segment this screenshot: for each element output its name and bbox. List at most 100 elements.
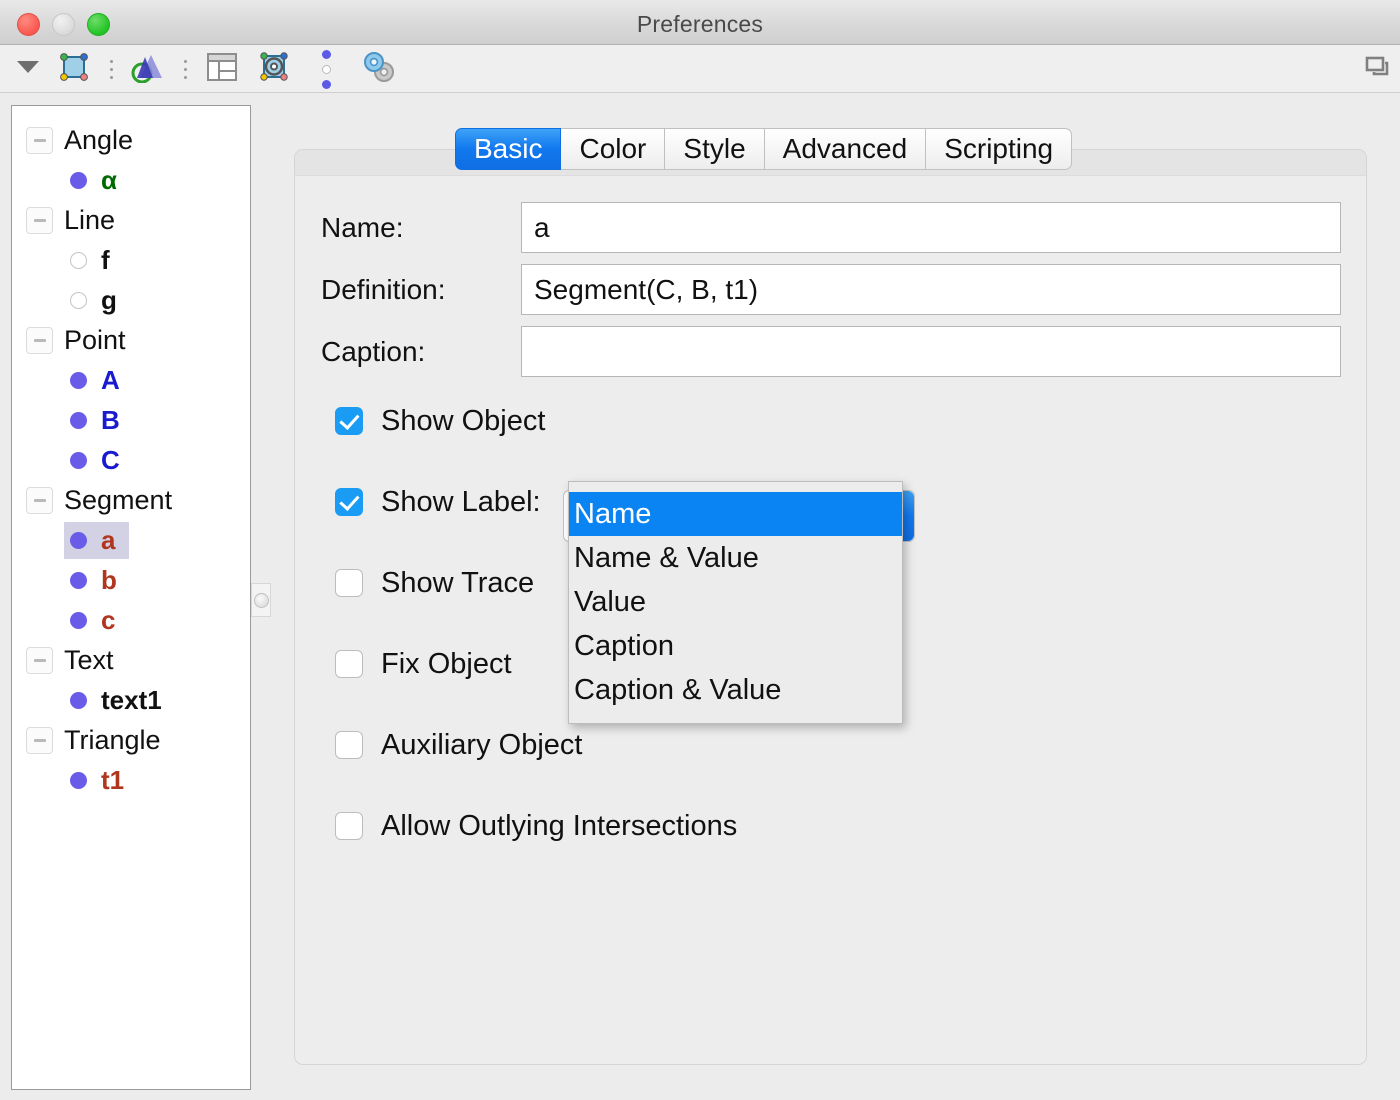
definition-input[interactable]: Segment(C, B, t1) xyxy=(521,264,1341,315)
tree-item-α[interactable]: α xyxy=(12,160,250,200)
dropdown-option-value[interactable]: Value xyxy=(569,580,902,624)
tree-group-angle[interactable]: Angle xyxy=(12,120,250,160)
tab-scripting[interactable]: Scripting xyxy=(926,128,1073,170)
tree-item-c[interactable]: c xyxy=(12,600,250,640)
tree-item-content: f xyxy=(64,242,124,279)
tree-group-text[interactable]: Text xyxy=(12,640,250,680)
object-visibility-toggle-icon[interactable] xyxy=(70,171,87,189)
checkbox-allow-outlying-intersections[interactable] xyxy=(335,812,363,840)
object-visibility-toggle-icon[interactable] xyxy=(70,611,87,629)
tree-item-A[interactable]: A xyxy=(12,360,250,400)
dropdown-option-caption-value[interactable]: Caption & Value xyxy=(569,668,902,712)
object-tree: Angle α Line f g Point A B C Segment a b c Text text1 T… xyxy=(12,106,250,800)
name-label: Name: xyxy=(321,211,404,243)
tree-group-line[interactable]: Line xyxy=(12,200,250,240)
collapse-toggle-icon[interactable] xyxy=(26,326,53,354)
toolbar-defaults[interactable] xyxy=(300,45,352,93)
object-visibility-toggle-icon[interactable] xyxy=(70,451,87,469)
checkbox-row-allow-outlying-intersections: Allow Outlying Intersections xyxy=(335,809,1335,843)
checkbox-label-fix-object: Fix Object xyxy=(381,647,512,680)
window-restore-icon xyxy=(1365,55,1391,84)
object-visibility-toggle-icon[interactable] xyxy=(70,531,87,549)
tree-item-label: c xyxy=(101,604,116,635)
tree-item-label: t1 xyxy=(101,764,125,795)
tree-item-content: b xyxy=(64,562,131,599)
tree-item-content: α xyxy=(64,162,131,199)
dropdown-option-name[interactable]: Name xyxy=(569,492,902,536)
panel-splitter[interactable] xyxy=(251,105,271,1090)
object-visibility-toggle-icon[interactable] xyxy=(70,571,87,589)
tree-item-content: B xyxy=(64,402,134,439)
checkbox-row-show-object: Show Object xyxy=(335,404,1335,438)
object-visibility-toggle-icon[interactable] xyxy=(70,691,87,709)
toolbar-restore-view[interactable] xyxy=(1365,45,1391,93)
dropdown-option-caption[interactable]: Caption xyxy=(569,624,902,668)
caption-field-row: Caption: xyxy=(321,324,1341,379)
tree-group-label: Point xyxy=(64,324,126,355)
tab-advanced[interactable]: Advanced xyxy=(764,128,927,170)
tree-item-a[interactable]: a xyxy=(12,520,250,560)
tree-item-b[interactable]: b xyxy=(12,560,250,600)
tree-item-label: B xyxy=(101,404,120,435)
tab-style[interactable]: Style xyxy=(665,128,765,170)
definition-label: Definition: xyxy=(321,273,446,305)
tree-item-content: t1 xyxy=(64,762,138,799)
name-input[interactable]: a xyxy=(521,202,1341,253)
tree-item-label: text1 xyxy=(101,684,162,715)
toolbar-algebra-view[interactable] xyxy=(48,45,100,93)
collapse-toggle-icon[interactable] xyxy=(26,726,53,754)
gears-icon xyxy=(360,50,396,89)
tree-item-t1[interactable]: t1 xyxy=(12,760,250,800)
checkbox-show-trace[interactable] xyxy=(335,569,363,597)
caption-input[interactable] xyxy=(521,326,1341,377)
collapse-toggle-icon[interactable] xyxy=(26,646,53,674)
collapse-toggle-icon[interactable] xyxy=(26,206,53,234)
tab-basic[interactable]: Basic xyxy=(455,128,562,170)
object-visibility-toggle-icon[interactable] xyxy=(70,771,87,789)
tree-group-segment[interactable]: Segment xyxy=(12,480,250,520)
tree-item-f[interactable]: f xyxy=(12,240,250,280)
tree-group-triangle[interactable]: Triangle xyxy=(12,720,250,760)
tree-item-label: A xyxy=(101,364,120,395)
object-visibility-toggle-icon[interactable] xyxy=(70,371,87,389)
checkbox-auxiliary-object[interactable] xyxy=(335,731,363,759)
collapse-toggle-icon[interactable] xyxy=(26,486,53,514)
tree-item-B[interactable]: B xyxy=(12,400,250,440)
tree-item-content: C xyxy=(64,442,134,479)
tree-group-label: Line xyxy=(64,204,116,235)
toolbar-dropdown-arrow[interactable] xyxy=(8,45,48,93)
splitter-grip-handle[interactable] xyxy=(251,583,271,617)
tree-item-content: A xyxy=(64,362,134,399)
tree-item-label: α xyxy=(101,164,117,195)
tree-group-label: Angle xyxy=(64,124,134,155)
tree-item-label: C xyxy=(101,444,120,475)
tab-color[interactable]: Color xyxy=(561,128,666,170)
checkbox-fix-object[interactable] xyxy=(335,650,363,678)
tree-item-g[interactable]: g xyxy=(12,280,250,320)
toolbar-layout[interactable] xyxy=(196,45,248,93)
toolbar-global-settings[interactable] xyxy=(352,45,404,93)
triangle-3d-icon xyxy=(131,51,165,88)
collapse-toggle-icon[interactable] xyxy=(26,126,53,154)
checkbox-show-object[interactable] xyxy=(335,407,363,435)
dropdown-option-name-value[interactable]: Name & Value xyxy=(569,536,902,580)
definition-field-row: Definition: Segment(C, B, t1) xyxy=(321,262,1341,317)
object-visibility-toggle-icon[interactable] xyxy=(70,291,87,309)
window-title: Preferences xyxy=(636,11,764,37)
tree-group-point[interactable]: Point xyxy=(12,320,250,360)
tree-item-C[interactable]: C xyxy=(12,440,250,480)
object-tree-sidebar[interactable]: Angle α Line f g Point A B C Segment a b c Text text1 T… xyxy=(11,105,251,1090)
preferences-window: Preferences Angle α Line f g Point A B C… xyxy=(0,0,1400,1100)
tree-item-text1[interactable]: text1 xyxy=(12,680,250,720)
toolbar-3d-view[interactable] xyxy=(122,45,174,93)
caption-label: Caption: xyxy=(321,335,426,367)
show-label-dropdown-menu[interactable]: Name Name & Value Value Caption Caption & Va… xyxy=(568,481,903,724)
blue-dots-icon xyxy=(321,49,331,89)
checkbox-show-label[interactable] xyxy=(335,488,363,516)
settings-tabs[interactable]: Basic Color Style Advanced Scripting xyxy=(455,128,1073,170)
toolbar-object-properties[interactable] xyxy=(248,45,300,93)
object-form: Name: a Definition: Segment(C, B, t1) Ca… xyxy=(321,200,1341,386)
object-visibility-toggle-icon[interactable] xyxy=(70,251,87,269)
object-visibility-toggle-icon[interactable] xyxy=(70,411,87,429)
chevron-down-icon xyxy=(16,60,40,79)
